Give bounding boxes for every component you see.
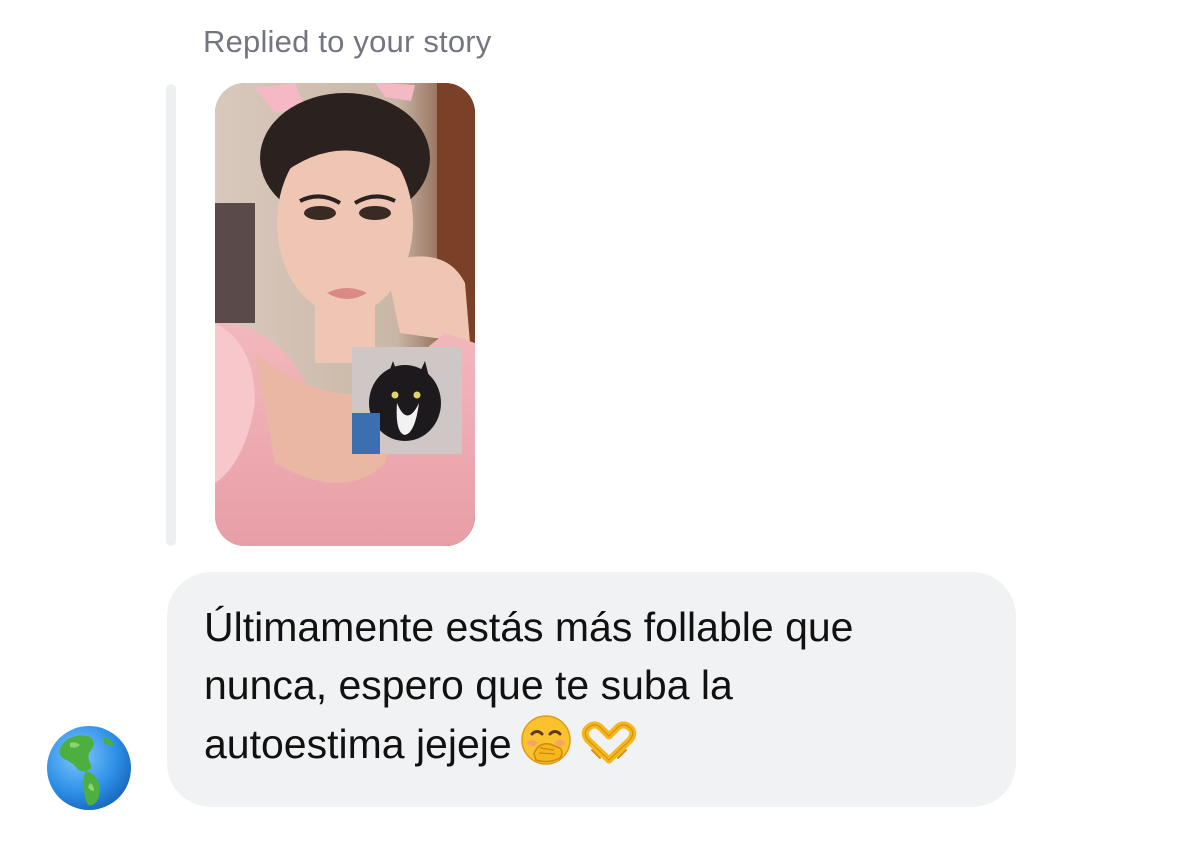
globe-americas-icon bbox=[47, 726, 131, 810]
story-thumbnail[interactable] bbox=[215, 83, 475, 546]
reply-indicator-bar bbox=[166, 84, 176, 546]
message-text: Últimamente estás más follable que nunca… bbox=[204, 598, 980, 781]
heart-hands-emoji bbox=[580, 720, 638, 781]
story-photo bbox=[215, 83, 475, 546]
sender-avatar[interactable] bbox=[46, 725, 132, 811]
message-bubble[interactable]: Últimamente estás más follable que nunca… bbox=[167, 572, 1016, 807]
face-with-hand-over-mouth-emoji bbox=[520, 714, 572, 781]
reply-context-label: Replied to your story bbox=[203, 24, 492, 59]
dm-conversation: Replied to your story Últimamente estás … bbox=[0, 0, 1200, 842]
